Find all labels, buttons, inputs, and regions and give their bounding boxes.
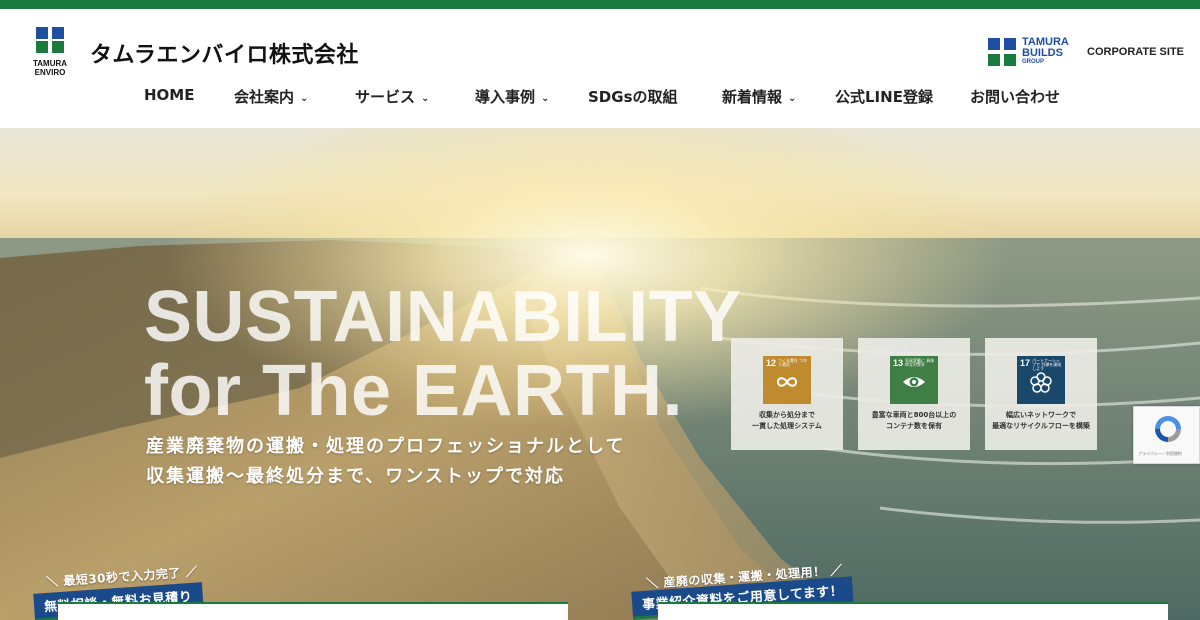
logo-mark-text: TAMURA ENVIRO: [32, 59, 68, 77]
hero-section: SUSTAINABILITY for The EARTH. 産業廃棄物の運搬・処…: [0, 128, 1200, 620]
nav-item-news[interactable]: 新着情報 ⌄: [722, 86, 796, 107]
hero-subtitle: 産業廃棄物の運搬・処理のプロフェッショナルとして 収集運搬〜最終処分まで、ワンス…: [146, 436, 626, 487]
chevron-down-icon: ⌄: [541, 93, 550, 104]
top-accent-bar: [0, 0, 1200, 9]
sdg-17-text: 幅広いネットワークで 最適なリサイクルフローを構築: [992, 411, 1090, 430]
nav-item-contact[interactable]: お問い合わせ: [970, 86, 1060, 107]
flower-ring-icon: [1030, 372, 1052, 393]
tamura-builds-group-logo[interactable]: TAMURA BUILDS GROUP: [986, 36, 1081, 70]
site-header: TAMURA ENVIRO タムラエンバイロ株式会社 TAMURA BUILDS…: [0, 9, 1200, 128]
chevron-down-icon: ⌄: [300, 93, 309, 104]
sdg-12-text: 収集から処分まで 一貫した処理システム: [752, 411, 822, 430]
infinity-icon: [776, 377, 798, 387]
sdg-card-12: 12 つくる責任 つかう責任 収集から処分まで 一貫した処理システム: [731, 338, 843, 450]
company-name: タムラエンバイロ株式会社: [90, 43, 359, 68]
tamura-builds-logo-icon: [986, 36, 1018, 72]
sdg-12-icon: 12 つくる責任 つかう責任: [763, 356, 811, 404]
sdg-13-text: 豊富な車両と800台以上の コンテナ数を保有: [871, 411, 957, 430]
chevron-down-icon: ⌄: [788, 93, 797, 104]
recaptcha-icon: [1155, 416, 1181, 442]
nav-item-case-studies[interactable]: 導入事例 ⌄: [475, 86, 549, 107]
corporate-site-link[interactable]: CORPORATE SITE: [1087, 46, 1184, 58]
sdg-17-icon: 17 パートナーシップで 目標を達成しよう: [1017, 356, 1065, 404]
sdg-card-13: 13 気候変動に 具体的な対策を 豊富な車両と800台以上の コンテナ数を保有: [858, 338, 970, 450]
nav-item-company[interactable]: 会社案内 ⌄: [234, 86, 308, 107]
main-nav: HOME 会社案内 ⌄ サービス ⌄ 導入事例 ⌄ SDGsの取組 新着情報 ⌄ 公式L…: [0, 86, 1200, 110]
sdg-13-icon: 13 気候変動に 具体的な対策を: [890, 356, 938, 404]
nav-item-services[interactable]: サービス ⌄: [355, 86, 429, 107]
group-logo-text: TAMURA BUILDS GROUP: [1022, 36, 1069, 66]
recaptcha-privacy-text[interactable]: プライバシー・利用規約: [1138, 451, 1182, 457]
hero-title: SUSTAINABILITY for The EARTH.: [144, 277, 742, 431]
sdg-card-17: 17 パートナーシップで 目標を達成しよう 幅広いネットワークで 最適なリサイク…: [985, 338, 1097, 450]
nav-item-sdgs[interactable]: SDGsの取組: [588, 86, 678, 107]
nav-item-home[interactable]: HOME: [144, 86, 194, 104]
company-logo-link[interactable]: TAMURA ENVIRO タムラエンバイロ株式会社: [28, 27, 358, 87]
eye-globe-icon: [903, 377, 925, 387]
chevron-down-icon: ⌄: [421, 93, 430, 104]
nav-item-line[interactable]: 公式LINE登録: [835, 86, 933, 107]
recaptcha-badge[interactable]: プライバシー・利用規約: [1133, 406, 1200, 464]
cta-brochure-panel: [658, 602, 1168, 620]
cta-consultation-panel: [58, 602, 568, 620]
